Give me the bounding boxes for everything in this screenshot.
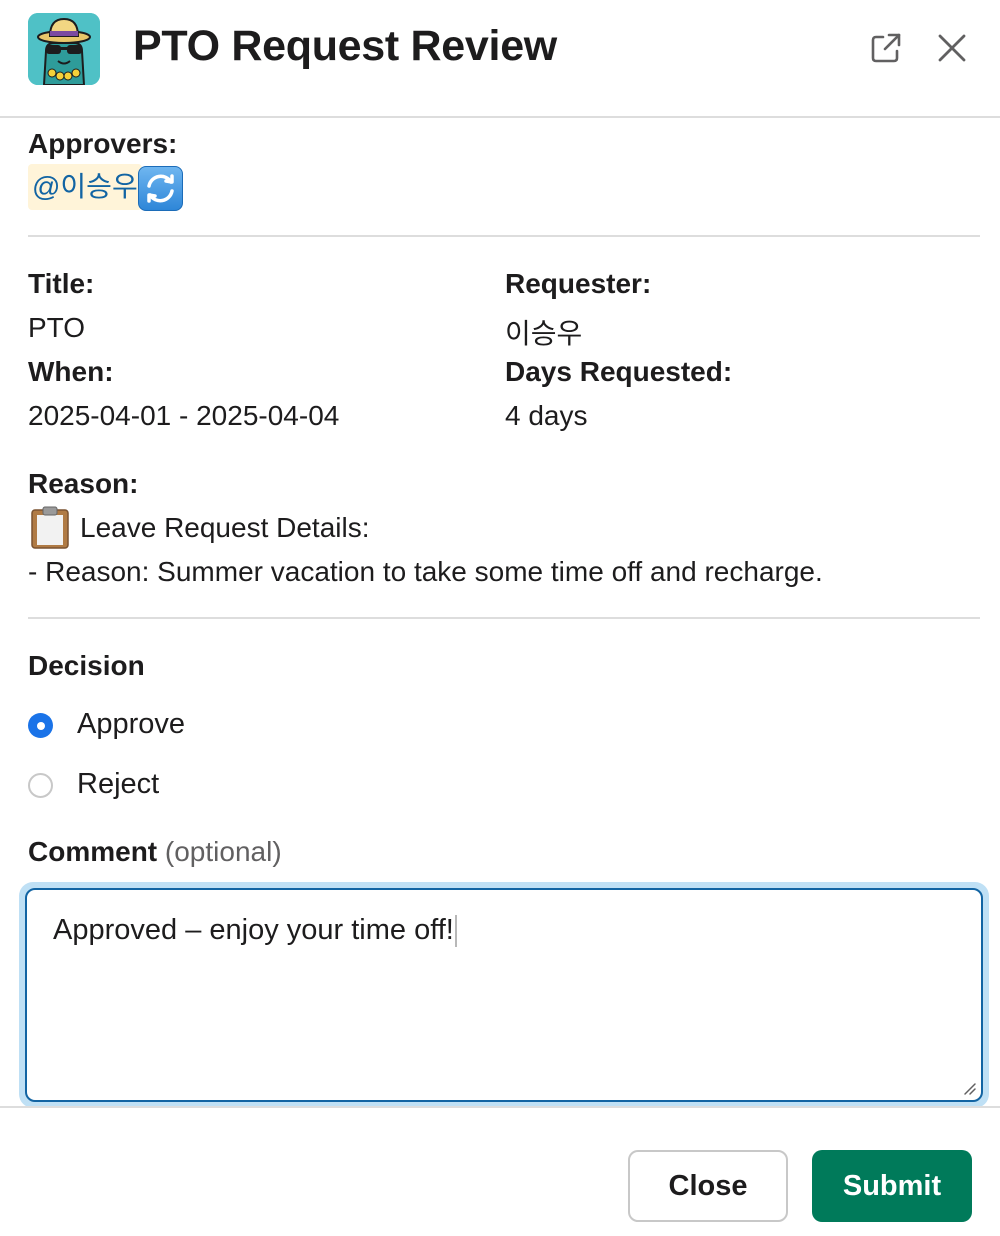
divider: [28, 617, 980, 619]
external-link-icon[interactable]: [865, 27, 907, 69]
comment-label: Comment (optional): [28, 836, 282, 868]
reject-radio-label[interactable]: Reject: [77, 768, 159, 801]
modal-footer: Close Submit: [0, 1106, 1000, 1236]
approver-mention[interactable]: @이승우: [28, 164, 142, 210]
arrows-counterclockwise-icon: [138, 166, 183, 211]
title-label: Title:: [28, 268, 95, 299]
approvers-label: Approvers:: [28, 128, 178, 159]
close-button[interactable]: Close: [628, 1150, 788, 1222]
days-requested-value: 4 days: [505, 400, 588, 431]
sunglasses-hat-avatar-icon: [28, 13, 100, 85]
title-value: PTO: [28, 312, 86, 343]
divider: [28, 235, 980, 237]
comment-label-text: Comment: [28, 836, 158, 867]
comment-text: Approved – enjoy your time off!: [53, 914, 454, 946]
comment-focus-ring: Approved – enjoy your time off!: [19, 882, 989, 1108]
close-icon[interactable]: [931, 27, 973, 69]
approve-radio[interactable]: [28, 713, 53, 738]
days-requested-label: Days Requested:: [505, 356, 733, 387]
text-caret: [454, 915, 457, 948]
modal-title: PTO Request Review: [133, 22, 557, 70]
requester-value: 이승우: [505, 318, 583, 349]
reason-label: Reason:: [28, 468, 139, 499]
reason-text: - Reason: Summer vacation to take some t…: [28, 556, 823, 587]
requester-label: Requester:: [505, 268, 652, 299]
when-label: When:: [28, 356, 114, 387]
modal-body: Approvers: @이승우 Title: PTO When: 2025-04…: [0, 120, 1000, 1108]
reject-radio[interactable]: [28, 773, 53, 798]
reason-heading: Leave Request Details:: [80, 512, 370, 543]
submit-button[interactable]: Submit: [812, 1150, 972, 1222]
approve-radio-label[interactable]: Approve: [77, 708, 185, 741]
comment-optional-text: (optional): [164, 836, 282, 867]
comment-textarea[interactable]: Approved – enjoy your time off!: [25, 888, 983, 1102]
clipboard-icon: [30, 506, 70, 549]
when-value: 2025-04-01 - 2025-04-04: [28, 400, 340, 431]
decision-label: Decision: [28, 650, 145, 681]
modal-header: PTO Request Review: [0, 0, 1000, 118]
resize-grip-icon[interactable]: [961, 1080, 977, 1096]
